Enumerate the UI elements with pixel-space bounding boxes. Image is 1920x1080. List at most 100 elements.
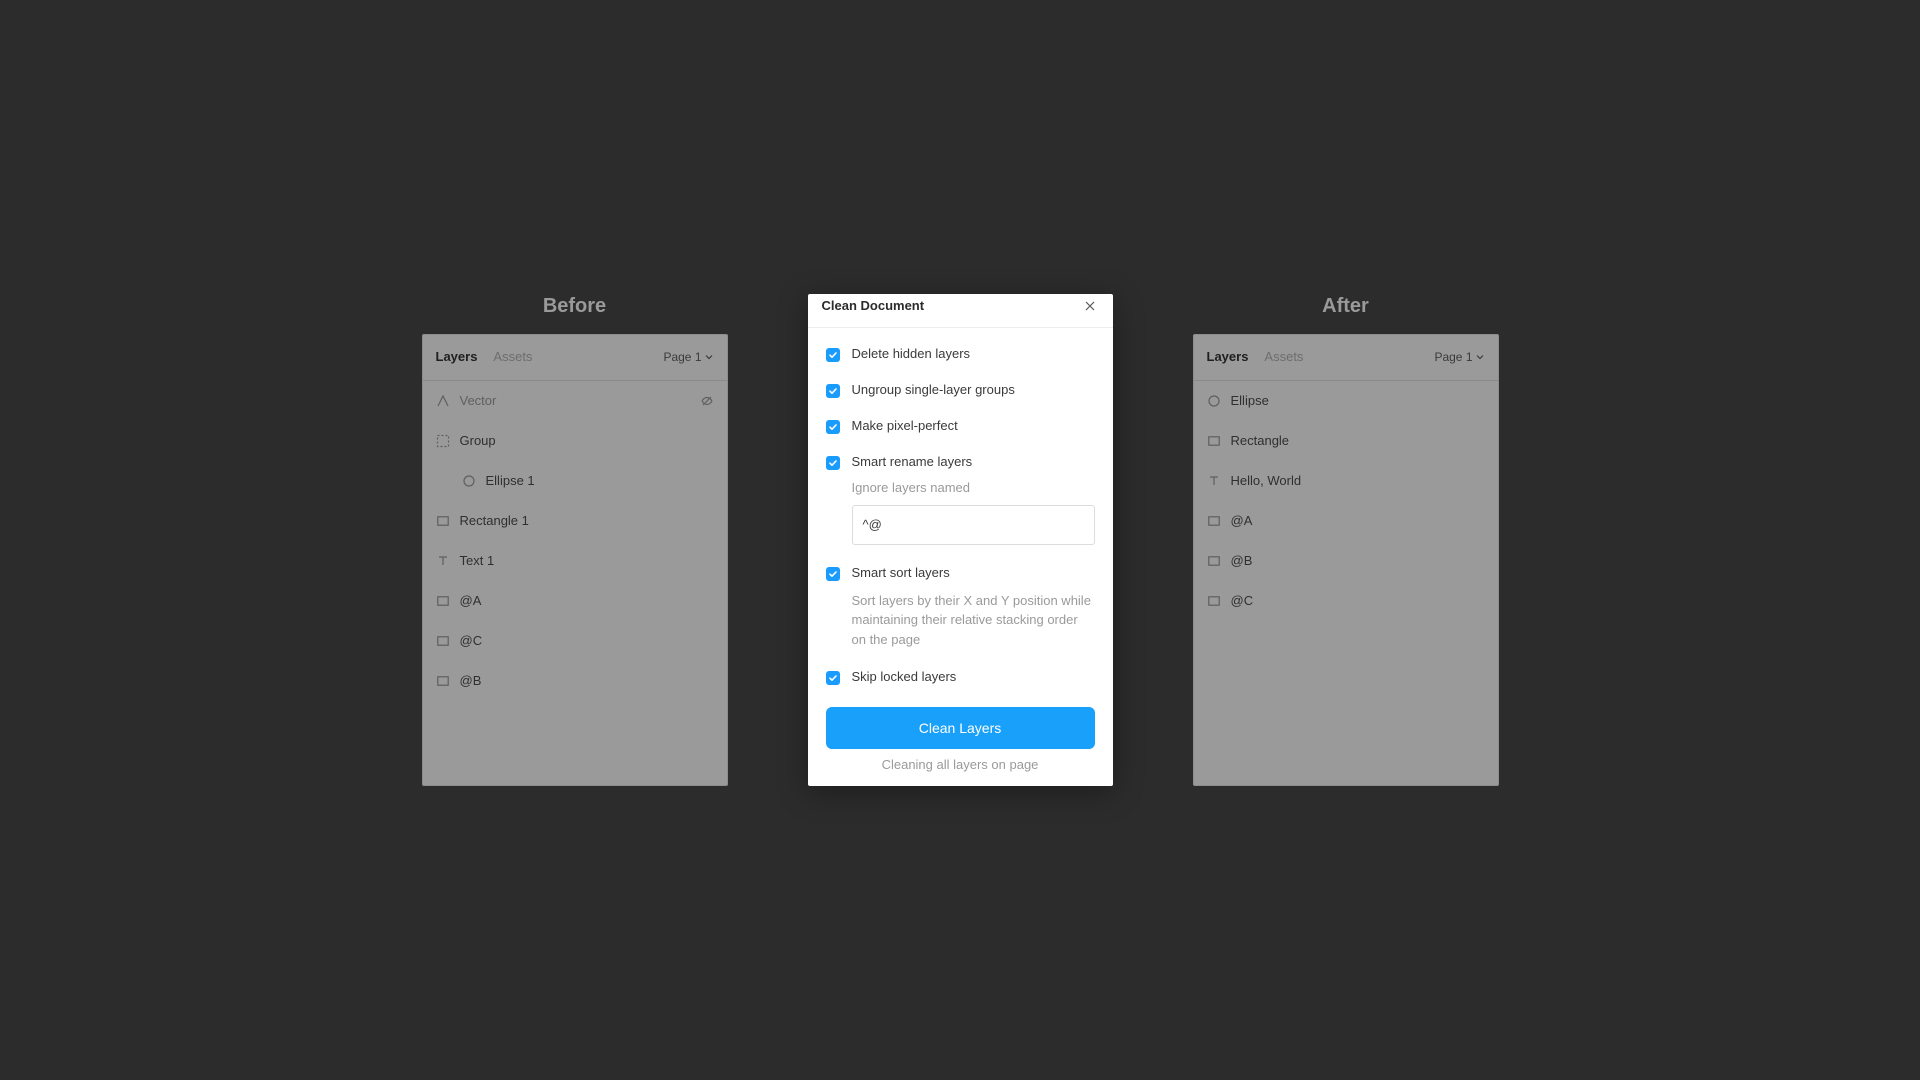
dialog-body: Delete hidden layers Ungroup single-laye… (808, 328, 1113, 787)
layer-name: Group (460, 433, 714, 448)
tab-assets[interactable]: Assets (493, 349, 532, 364)
layer-row[interactable]: Rectangle (1193, 421, 1499, 461)
dialog-title: Clean Document (822, 298, 925, 313)
group-icon (436, 434, 450, 448)
checkbox[interactable] (826, 671, 840, 685)
layer-name: Text 1 (460, 553, 714, 568)
checkbox[interactable] (826, 456, 840, 470)
ignore-label: Ignore layers named (852, 480, 1095, 495)
rectangle-icon (1207, 554, 1221, 568)
panel-tabs: Layers Assets (436, 349, 533, 364)
eye-off-icon[interactable] (700, 394, 714, 408)
layer-name: @B (1231, 553, 1485, 568)
option-label: Delete hidden layers (852, 346, 971, 361)
panel-tabs: Layers Assets (1207, 349, 1304, 364)
close-icon (1083, 299, 1097, 313)
layer-name: Rectangle (1231, 433, 1485, 448)
dialog-actions: Clean Layers Cleaning all layers on page (826, 707, 1095, 774)
layer-row[interactable]: Vector (422, 381, 728, 421)
tab-assets[interactable]: Assets (1264, 349, 1303, 364)
option-label: Skip locked layers (852, 669, 957, 684)
after-label: After (1322, 295, 1369, 318)
layer-row[interactable]: @B (422, 661, 728, 701)
layer-name: Vector (460, 393, 690, 408)
option-smart-rename[interactable]: Smart rename layers (826, 454, 1095, 470)
stage: Before Layers Assets Page 1 Vector Group E… (0, 0, 1920, 1080)
before-label: Before (543, 295, 606, 318)
rectangle-icon (436, 594, 450, 608)
before-layers-panel: Layers Assets Page 1 Vector Group Ellipse … (422, 334, 728, 786)
page-selector[interactable]: Page 1 (663, 350, 713, 364)
layer-row[interactable]: Hello, World (1193, 461, 1499, 501)
layer-row[interactable]: Group (422, 421, 728, 461)
option-pixel-perfect[interactable]: Make pixel-perfect (826, 418, 1095, 434)
layer-row[interactable]: Ellipse 1 (422, 461, 728, 501)
tab-layers[interactable]: Layers (436, 349, 478, 364)
layer-row[interactable]: Ellipse (1193, 381, 1499, 421)
ignore-pattern-value: ^@ (863, 517, 882, 532)
rectangle-icon (1207, 434, 1221, 448)
smart-rename-sub: Ignore layers named ^@ (852, 480, 1095, 545)
layer-name: @A (460, 593, 714, 608)
layer-name: @C (460, 633, 714, 648)
layer-name: @C (1231, 593, 1485, 608)
layer-row[interactable]: @A (422, 581, 728, 621)
rectangle-icon (1207, 514, 1221, 528)
layer-name: Ellipse (1231, 393, 1485, 408)
clean-layers-button[interactable]: Clean Layers (826, 707, 1095, 749)
layer-row[interactable]: Text 1 (422, 541, 728, 581)
ellipse-icon (1207, 394, 1221, 408)
close-button[interactable] (1081, 297, 1099, 315)
checkbox[interactable] (826, 348, 840, 362)
chevron-down-icon (704, 352, 714, 362)
layer-name: Rectangle 1 (460, 513, 714, 528)
checkbox[interactable] (826, 567, 840, 581)
chevron-down-icon (1475, 352, 1485, 362)
rectangle-icon (436, 674, 450, 688)
option-delete-hidden[interactable]: Delete hidden layers (826, 346, 1095, 362)
clean-document-dialog: Clean Document Delete hidden layers Ungr… (808, 294, 1113, 787)
layer-row[interactable]: @B (1193, 541, 1499, 581)
checkbox[interactable] (826, 420, 840, 434)
panel-header: Layers Assets Page 1 (1193, 334, 1499, 380)
status-text: Cleaning all layers on page (826, 749, 1095, 774)
layer-name: Hello, World (1231, 473, 1485, 488)
clean-layers-label: Clean Layers (919, 720, 1002, 736)
after-layers-panel: Layers Assets Page 1 Ellipse Rectangle Hel… (1193, 334, 1499, 786)
before-column: Before Layers Assets Page 1 Vector Group E… (422, 295, 728, 786)
ellipse-icon (462, 474, 476, 488)
page-selector-label: Page 1 (663, 350, 701, 364)
layer-name: Ellipse 1 (486, 473, 714, 488)
text-icon (436, 554, 450, 568)
option-ungroup-single[interactable]: Ungroup single-layer groups (826, 382, 1095, 398)
after-column: After Layers Assets Page 1 Ellipse Rectan… (1193, 295, 1499, 786)
tab-layers[interactable]: Layers (1207, 349, 1249, 364)
page-selector-label: Page 1 (1434, 350, 1472, 364)
option-smart-sort[interactable]: Smart sort layers (826, 565, 1095, 581)
ignore-pattern-input[interactable]: ^@ (852, 505, 1095, 545)
layer-name: @B (460, 673, 714, 688)
panel-header: Layers Assets Page 1 (422, 334, 728, 380)
rectangle-icon (436, 634, 450, 648)
rectangle-icon (1207, 594, 1221, 608)
dialog-column: Clean Document Delete hidden layers Ungr… (808, 294, 1113, 787)
layer-row[interactable]: Rectangle 1 (422, 501, 728, 541)
layer-row[interactable]: @A (1193, 501, 1499, 541)
layer-row[interactable]: @C (422, 621, 728, 661)
checkbox[interactable] (826, 384, 840, 398)
vector-icon (436, 394, 450, 408)
before-layer-list: Vector Group Ellipse 1 Rectangle 1 Text 1 @A @… (422, 381, 728, 701)
smart-sort-sub: Sort layers by their X and Y position wh… (852, 591, 1095, 650)
text-icon (1207, 474, 1221, 488)
sort-description: Sort layers by their X and Y position wh… (852, 591, 1095, 650)
page-selector[interactable]: Page 1 (1434, 350, 1484, 364)
layer-row[interactable]: @C (1193, 581, 1499, 621)
rectangle-icon (436, 514, 450, 528)
dialog-header: Clean Document (808, 294, 1113, 328)
option-label: Ungroup single-layer groups (852, 382, 1015, 397)
option-label: Smart sort layers (852, 565, 950, 580)
after-layer-list: Ellipse Rectangle Hello, World @A @B @C (1193, 381, 1499, 621)
layer-name: @A (1231, 513, 1485, 528)
option-label: Smart rename layers (852, 454, 973, 469)
option-skip-locked[interactable]: Skip locked layers (826, 669, 1095, 685)
